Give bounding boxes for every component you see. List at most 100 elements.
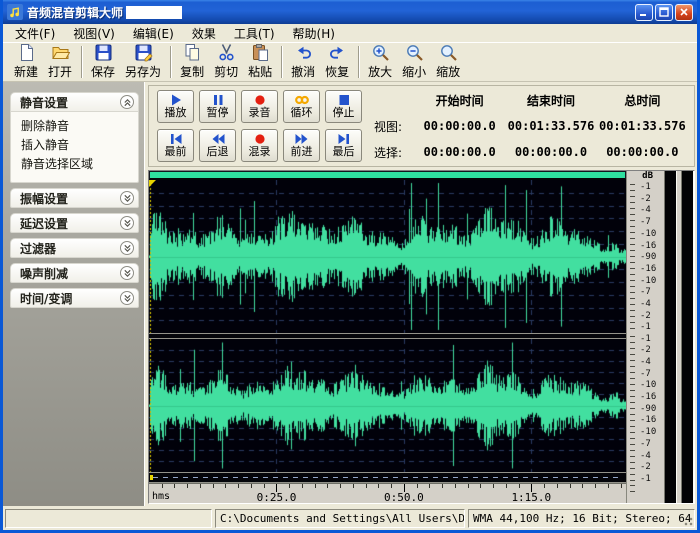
expand-chevron-icon[interactable] [120, 266, 134, 280]
maximize-button[interactable] [655, 4, 673, 21]
minimize-button[interactable] [635, 4, 653, 21]
zoomsel-button[interactable]: 缩放 [431, 42, 465, 81]
ruler-tick [455, 484, 456, 488]
menu-item-edit[interactable]: 编辑(E) [124, 24, 183, 43]
ruler-tick [225, 484, 226, 488]
mix-record-button[interactable]: 混录 [241, 129, 278, 162]
resize-grip[interactable] [681, 514, 693, 526]
cut-button[interactable]: 剪切 [209, 42, 243, 81]
panel-silence-settings: 静音设置删除静音插入静音静音选择区域 [10, 92, 139, 183]
ruler-tick [302, 484, 303, 488]
ruler-tick [327, 484, 328, 488]
skip-end-button[interactable]: 最后 [325, 129, 362, 162]
zoomin-icon [371, 43, 390, 62]
ruler-tick-label: 0:25.0 [257, 491, 297, 504]
statusbar: C:\Documents and Settings\All Users\Docu… [3, 506, 697, 530]
waveform-channel-left[interactable] [149, 180, 626, 333]
play-icon [168, 94, 184, 106]
zoomin-button[interactable]: 放大 [363, 42, 397, 81]
expand-chevron-icon[interactable] [120, 191, 134, 205]
panel-header-time-pitch[interactable]: 时间/变调 [10, 288, 139, 308]
ruler-tick [200, 484, 201, 488]
back-icon [210, 133, 226, 145]
time-row-label-view: 视图: [370, 118, 414, 135]
menu-item-help[interactable]: 帮助(H) [284, 24, 344, 43]
expand-chevron-icon[interactable] [120, 291, 134, 305]
pause-label: 暂停 [207, 106, 229, 119]
sidebar-item-silence-selection-area[interactable]: 静音选择区域 [21, 155, 138, 174]
time-view-total: 00:01:33.576 [597, 119, 688, 133]
saveas-button[interactable]: 另存为 [120, 42, 166, 81]
db-tick-label: -10 [640, 230, 660, 239]
panel-header-filter[interactable]: 过滤器 [10, 238, 139, 258]
skip-start-button[interactable]: 最前 [157, 129, 194, 162]
ruler-tick [289, 484, 290, 488]
rewind-button[interactable]: 后退 [199, 129, 236, 162]
expand-chevron-icon[interactable] [120, 216, 134, 230]
menu-item-effects[interactable]: 效果 [183, 24, 225, 43]
panel-header-noise-reduction[interactable]: 噪声削减 [10, 263, 139, 283]
db-tick-label: -1 [640, 335, 660, 344]
horizontal-scroll-strip[interactable] [149, 472, 626, 483]
ruler-tick [238, 484, 239, 488]
open-label: 打开 [48, 63, 72, 80]
stop-button[interactable]: 停止 [325, 90, 362, 123]
titlebar-filename-box [126, 6, 182, 19]
sidebar-item-insert-silence[interactable]: 插入静音 [21, 136, 138, 155]
waveform-channel-right[interactable] [149, 339, 626, 472]
cut-label: 剪切 [214, 63, 238, 80]
db-scale-left-channel: -1-2-4-7-10-16-90-16-10-7-4-2-1 [627, 182, 660, 334]
loop-button[interactable]: 循环 [283, 90, 320, 123]
titlebar[interactable]: 音频混音剪辑大师 [3, 0, 697, 24]
undo-button[interactable]: 撤消 [286, 42, 320, 81]
ruler-tick [480, 484, 481, 488]
collapse-chevron-icon[interactable] [120, 95, 134, 109]
play-label: 播放 [165, 106, 187, 119]
rewind-label: 后退 [207, 145, 229, 158]
new-icon [17, 43, 36, 62]
overview-position-bar[interactable] [149, 171, 626, 180]
ruler-tick [264, 484, 265, 488]
db-tick-label: -90 [640, 253, 660, 262]
redo-button[interactable]: 恢复 [320, 42, 354, 81]
status-format-text: WMA 44,100 Hz; 16 Bit; Stereo; 64 kbps; [473, 512, 695, 525]
open-button[interactable]: 打开 [43, 42, 77, 81]
pause-button[interactable]: 暂停 [199, 90, 236, 123]
menu-item-file[interactable]: 文件(F) [6, 24, 64, 43]
fast-forward-button[interactable]: 前进 [283, 129, 320, 162]
copy-button[interactable]: 复制 [175, 42, 209, 81]
panel-amplitude-settings: 振幅设置 [10, 188, 139, 208]
play-button[interactable]: 播放 [157, 90, 194, 123]
forward-icon [294, 133, 310, 145]
record-button[interactable]: 录音 [241, 90, 278, 123]
db-tick-label: -10 [640, 428, 660, 437]
zoomout-button[interactable]: 缩小 [397, 42, 431, 81]
zoomout-label: 缩小 [402, 63, 426, 80]
toolbar-separator [170, 46, 171, 78]
save-icon [94, 43, 113, 62]
time-header-start: 开始时间 [414, 92, 505, 109]
ruler-tick [251, 484, 252, 488]
expand-chevron-icon[interactable] [120, 241, 134, 255]
paste-button[interactable]: 粘贴 [243, 42, 277, 81]
save-button[interactable]: 保存 [86, 42, 120, 81]
paste-icon [251, 43, 270, 62]
time-ruler[interactable]: hms 0:25.00:50.01:15.0 [149, 483, 626, 503]
panel-title: 噪声削减 [20, 265, 68, 282]
waveform-area: hms 0:25.00:50.01:15.0 dB -1-2-4-7-10-16… [148, 170, 695, 504]
menu-item-view[interactable]: 视图(V) [64, 24, 124, 43]
panel-header-silence-settings[interactable]: 静音设置 [10, 92, 139, 112]
menu-item-tools[interactable]: 工具(T) [225, 24, 284, 43]
ruler-tick [442, 484, 443, 488]
sidebar-item-delete-silence[interactable]: 删除静音 [21, 117, 138, 136]
panel-header-amplitude-settings[interactable]: 振幅设置 [10, 188, 139, 208]
ruler-tick [544, 484, 545, 488]
skip-start-label: 最前 [165, 145, 187, 158]
db-scale-foot [627, 485, 660, 503]
first-icon [168, 133, 184, 145]
panel-header-delay-settings[interactable]: 延迟设置 [10, 213, 139, 233]
zoomsel-label: 缩放 [436, 63, 460, 80]
close-button[interactable] [675, 4, 693, 21]
new-button[interactable]: 新建 [9, 42, 43, 81]
ruler-tick [162, 484, 163, 488]
